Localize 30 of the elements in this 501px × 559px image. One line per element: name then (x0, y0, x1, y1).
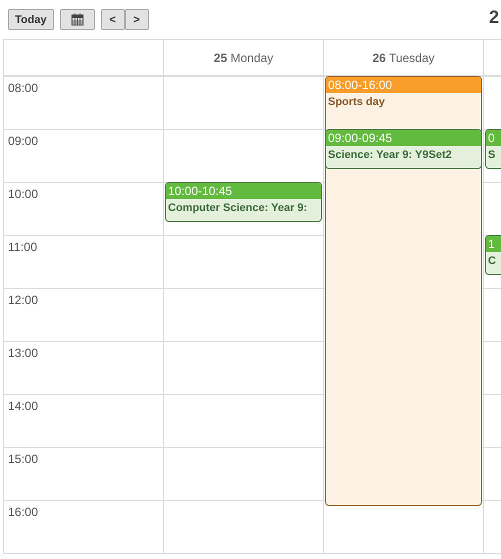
today-button[interactable]: Today (8, 9, 54, 30)
day-header: 25 Monday (164, 40, 324, 77)
event-time: 1 (486, 236, 501, 252)
event-title: Sports day (327, 95, 386, 110)
calendar-button[interactable] (60, 9, 95, 30)
hour-label: 14:00 (4, 395, 164, 448)
event-time: 09:00-09:45 (326, 130, 481, 146)
event-card[interactable]: 09:00-09:45 Science: Year 9: Y9Set2 (325, 129, 482, 169)
event-card[interactable]: 0 S (485, 129, 501, 169)
previous-button[interactable]: < (100, 9, 125, 30)
event-time: 08:00-16:00 (326, 77, 481, 93)
event-card[interactable]: 1 C (485, 235, 501, 275)
event-title: C (487, 254, 497, 269)
hour-label: 10:00 (4, 183, 164, 236)
event-title: Science: Year 9: Y9Set2 (327, 148, 453, 163)
hour-label: 08:00 (4, 77, 164, 130)
hour-label: 15:00 (4, 448, 164, 501)
event-card[interactable]: 10:00-10:45 Computer Science: Year 9: (165, 182, 322, 222)
next-button[interactable]: > (124, 9, 149, 30)
hour-label: 11:00 (4, 236, 164, 289)
hour-label: 13:00 (4, 342, 164, 395)
event-time: 10:00-10:45 (166, 183, 321, 199)
event-title: S (487, 148, 496, 163)
hour-label: 16:00 (4, 501, 164, 554)
calendar-icon (70, 13, 84, 26)
hour-label: 12:00 (4, 289, 164, 342)
hour-label: 09:00 (4, 130, 164, 183)
event-title: Computer Science: Year 9: (167, 201, 308, 216)
event-time: 0 (486, 130, 501, 146)
date-title: 2 (488, 7, 499, 28)
